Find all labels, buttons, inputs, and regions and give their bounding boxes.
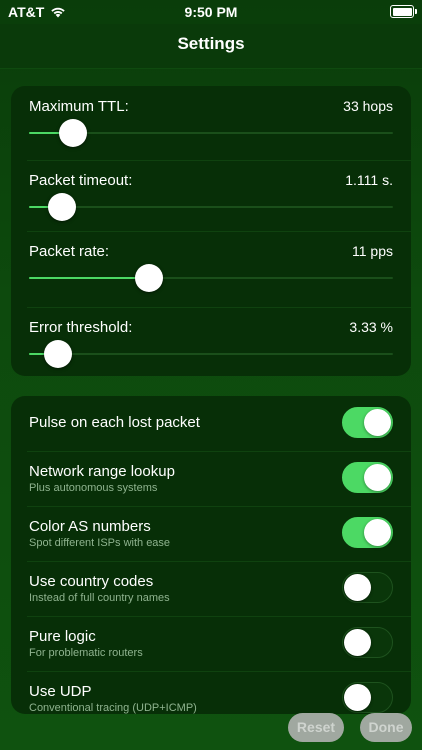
slider-row-max-ttl: Maximum TTL: 33 hops — [11, 86, 411, 158]
slider-label: Packet rate: — [29, 243, 110, 260]
slider-thumb[interactable] — [58, 119, 87, 147]
toggle-title: Use country codes — [29, 573, 154, 590]
slider-thumb[interactable] — [135, 264, 164, 292]
toggle-knob — [344, 684, 371, 711]
slider-label: Packet timeout: — [29, 172, 133, 189]
nav-bar: Settings — [0, 24, 422, 69]
slider-value: 11 pps — [352, 243, 393, 259]
toggle-title: Pulse on each lost packet — [29, 414, 200, 431]
toggle-subtitle: Spot different ISPs with ease — [29, 537, 171, 549]
slider-value: 33 hops — [343, 98, 393, 114]
toggle-subtitle: Conventional tracing (UDP+ICMP) — [29, 702, 197, 714]
toggle-subtitle: Plus autonomous systems — [29, 482, 158, 494]
slider-thumb[interactable] — [44, 340, 73, 368]
toggle-row-color-as: Color AS numbers Spot different ISPs wit… — [11, 506, 411, 561]
toggle-row-country-codes: Use country codes Instead of full countr… — [11, 561, 411, 616]
use-udp-toggle[interactable] — [342, 682, 393, 713]
toggle-knob — [364, 464, 391, 491]
network-range-toggle[interactable] — [342, 462, 393, 493]
slider-label: Maximum TTL: — [29, 98, 129, 115]
country-codes-toggle[interactable] — [342, 572, 393, 603]
slider-thumb[interactable] — [47, 193, 76, 221]
toggle-subtitle: For problematic routers — [29, 647, 143, 659]
toggle-subtitle: Instead of full country names — [29, 592, 170, 604]
toggle-knob — [344, 574, 371, 601]
color-as-numbers-toggle[interactable] — [342, 517, 393, 548]
toggle-title: Color AS numbers — [29, 518, 151, 535]
max-ttl-slider[interactable] — [29, 119, 393, 147]
packet-timeout-slider[interactable] — [29, 193, 393, 221]
toggle-knob — [364, 519, 391, 546]
toggle-row-pulse: Pulse on each lost packet — [11, 396, 411, 451]
toggle-card: Pulse on each lost packet Network range … — [11, 396, 411, 714]
slider-row-error-threshold: Error threshold: 3.33 % — [11, 307, 411, 379]
status-time: 9:50 PM — [184, 4, 238, 20]
slider-row-packet-rate: Packet rate: 11 pps — [11, 231, 411, 303]
packet-rate-slider[interactable] — [29, 264, 393, 292]
slider-value: 3.33 % — [349, 319, 393, 335]
toggle-row-pure-logic: Pure logic For problematic routers — [11, 616, 411, 671]
toggle-knob — [344, 629, 371, 656]
toggle-title: Network range lookup — [29, 463, 175, 480]
reset-button[interactable]: Reset — [288, 713, 344, 742]
toggle-row-network-range: Network range lookup Plus autonomous sys… — [11, 451, 411, 506]
status-bar: AT&T 9:50 PM — [0, 0, 422, 24]
battery-icon — [390, 5, 417, 18]
slider-row-packet-timeout: Packet timeout: 1.111 s. — [11, 160, 411, 232]
done-button[interactable]: Done — [360, 713, 412, 742]
error-threshold-slider[interactable] — [29, 340, 393, 368]
slider-card: Maximum TTL: 33 hops Packet timeout: 1.1… — [11, 86, 411, 376]
toggle-knob — [364, 409, 391, 436]
toggle-title: Pure logic — [29, 628, 96, 645]
pure-logic-toggle[interactable] — [342, 627, 393, 658]
slider-label: Error threshold: — [29, 319, 133, 336]
page-title: Settings — [177, 34, 245, 53]
pulse-lost-packet-toggle[interactable] — [342, 407, 393, 438]
slider-value: 1.111 s. — [345, 172, 393, 188]
toggle-row-use-udp: Use UDP Conventional tracing (UDP+ICMP) — [11, 671, 411, 714]
toggle-title: Use UDP — [29, 683, 92, 700]
